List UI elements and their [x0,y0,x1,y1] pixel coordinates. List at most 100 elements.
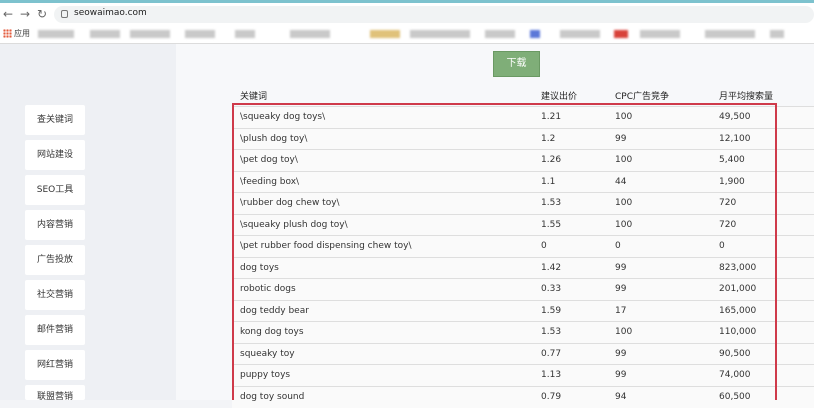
back-icon[interactable]: ← [3,7,13,21]
sidebar-item-social-marketing[interactable]: 社交营销 [25,280,85,310]
cell-keyword: robotic dogs [240,284,296,294]
sidebar-item-keyword-lookup[interactable]: 查关键词 [25,105,85,135]
table-row: \squeaky dog toys\ 1.21 100 49,500 [232,106,814,128]
cell-keyword: puppy toys [240,370,291,380]
cell-volume: 720 [719,198,737,208]
blurred-bookmark[interactable] [370,30,400,38]
cell-volume: 720 [719,219,737,230]
table-row: \feeding box\ 1.1 44 1,900 [232,170,814,193]
blurred-bookmark[interactable] [130,30,170,38]
cell-bid: 1.26 [541,155,562,165]
cell-volume: 12,100 [719,133,751,144]
blurred-bookmark[interactable] [485,30,515,38]
table-row: dog toy sound 0.79 94 60,500 [232,385,814,408]
cell-volume: 201,000 [719,284,757,294]
cell-keyword: \pet rubber food dispensing chew toy\ [240,241,412,251]
blurred-bookmark[interactable] [235,30,255,38]
blurred-bookmark[interactable] [560,30,600,38]
cell-cpc: 17 [615,305,627,316]
column-header-cpc: CPC广告竞争 [615,92,669,102]
sidebar-item-affiliate-marketing[interactable]: 联盟营销 [25,385,85,400]
cell-cpc: 99 [615,348,627,359]
bookmarks-bar: 应用 [0,25,814,44]
column-header-bid: 建议出价 [541,92,578,102]
cell-volume: 165,000 [719,305,757,316]
cell-volume: 110,000 [719,327,757,337]
download-button[interactable]: 下载 [493,51,540,77]
cell-bid: 1.2 [541,133,556,144]
cell-cpc: 100 [615,112,633,122]
blurred-bookmark[interactable] [185,30,215,38]
blurred-bookmark[interactable] [640,30,680,38]
blurred-bookmark[interactable] [770,30,784,38]
table-row: \rubber dog chew toy\ 1.53 100 720 [232,192,814,214]
cell-bid: 1.53 [541,198,562,208]
blurred-bookmark[interactable] [90,30,120,38]
apps-grid-icon[interactable] [3,29,12,38]
sidebar-item-ad-placement[interactable]: 广告投放 [25,245,85,275]
cell-cpc: 0 [615,241,621,251]
cell-bid: 0.33 [541,284,562,294]
cell-keyword: dog toy sound [240,391,305,402]
sidebar-item-email-marketing[interactable]: 邮件营销 [25,315,85,345]
table-row: \pet dog toy\ 1.26 100 5,400 [232,149,814,171]
cell-keyword: \squeaky dog toys\ [240,112,326,122]
table-row: robotic dogs 0.33 99 201,000 [232,278,814,300]
table-row: puppy toys 1.13 99 74,000 [232,364,814,386]
address-url: seowaimao.com [74,8,147,18]
cell-bid: 1.55 [541,219,562,230]
cell-keyword: squeaky toy [240,348,295,359]
address-bar[interactable]: seowaimao.com [54,6,814,23]
cell-cpc: 99 [615,133,627,144]
cell-bid: 1.1 [541,176,556,187]
cell-keyword: \feeding box\ [240,176,300,187]
cell-bid: 1.21 [541,112,562,122]
cell-bid: 0.77 [541,348,562,359]
blurred-bookmark[interactable] [614,30,628,38]
table-row: dog teddy bear 1.59 17 165,000 [232,299,814,322]
cell-cpc: 100 [615,327,633,337]
blurred-bookmark[interactable] [705,30,755,38]
blurred-bookmark[interactable] [38,30,74,38]
cell-cpc: 100 [615,155,633,165]
table-row: squeaky toy 0.77 99 90,500 [232,342,814,365]
cell-bid: 1.53 [541,327,562,337]
cell-cpc: 99 [615,370,627,380]
sidebar-item-influencer-marketing[interactable]: 网红营销 [25,350,85,380]
browser-toolbar: ← → ↻ seowaimao.com [0,3,814,25]
table-row: \plush dog toy\ 1.2 99 12,100 [232,127,814,150]
sidebar-item-seo-tools[interactable]: SEO工具 [25,175,85,205]
cell-volume: 823,000 [719,262,757,273]
cell-keyword: \squeaky plush dog toy\ [240,219,348,230]
cell-keyword: \rubber dog chew toy\ [240,198,340,208]
cell-keyword: \plush dog toy\ [240,133,308,144]
cell-cpc: 100 [615,198,633,208]
cell-keyword: dog teddy bear [240,305,309,316]
apps-bookmark-label[interactable]: 应用 [14,28,30,39]
table-row: dog toys 1.42 99 823,000 [232,256,814,279]
cell-bid: 1.13 [541,370,562,380]
cell-keyword: dog toys [240,262,279,273]
blurred-bookmark[interactable] [290,30,330,38]
cell-bid: 0.79 [541,391,562,402]
cell-cpc: 94 [615,391,627,402]
cell-bid: 1.59 [541,305,562,316]
forward-icon[interactable]: → [20,7,30,21]
cell-cpc: 44 [615,176,627,187]
sidebar-item-website-building[interactable]: 网站建设 [25,140,85,170]
cell-volume: 49,500 [719,112,751,122]
cell-volume: 0 [719,241,725,251]
blurred-bookmark[interactable] [530,30,540,38]
cell-volume: 74,000 [719,370,751,380]
reload-icon[interactable]: ↻ [37,7,47,21]
cell-cpc: 99 [615,262,627,273]
cell-keyword: \pet dog toy\ [240,155,298,165]
blurred-bookmark[interactable] [410,30,470,38]
column-header-keyword: 关键词 [240,92,268,102]
cell-cpc: 99 [615,284,627,294]
cell-volume: 1,900 [719,176,745,187]
sidebar-item-content-marketing[interactable]: 内容营销 [25,210,85,240]
column-header-volume: 月平均搜索量 [719,92,774,102]
cell-bid: 1.42 [541,262,562,273]
cell-volume: 5,400 [719,155,745,165]
